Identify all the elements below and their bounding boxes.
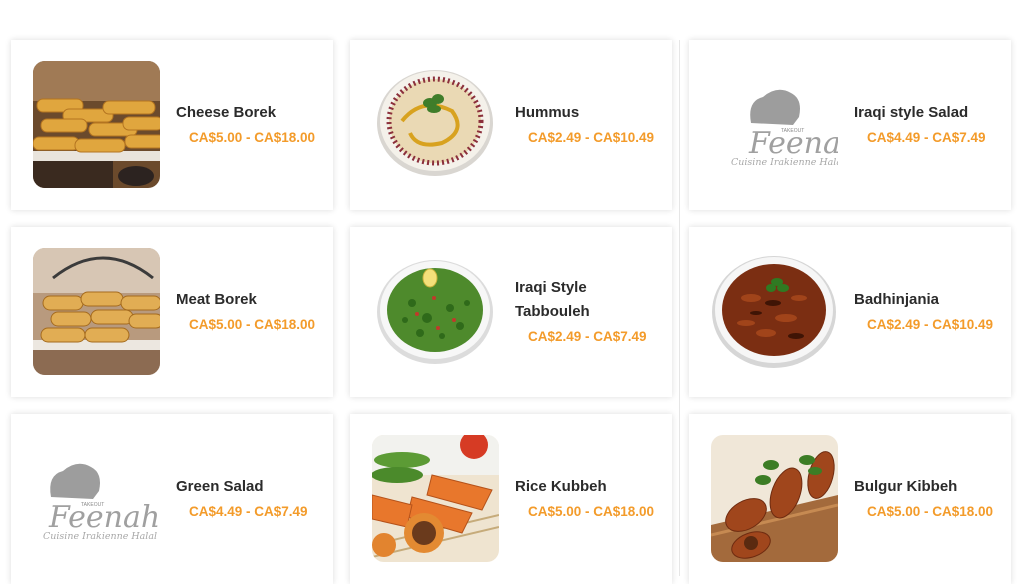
product-name[interactable]: Hummus	[515, 101, 665, 125]
product-info: Cheese Borek CA$5.00 - CA$18.00	[176, 40, 326, 210]
product-price: CA$5.00 - CA$18.00	[189, 317, 316, 332]
logo-tagline: Cuisine Irakienne Halal	[43, 531, 157, 542]
logo-sub: TAKEOUT	[781, 128, 804, 134]
product-info: Badhinjania CA$2.49 - CA$10.49	[854, 227, 1004, 397]
feenah-logo-placeholder: Feenah TAKEOUT Cuisine Irakienne Halal	[33, 435, 160, 562]
product-name[interactable]: Iraqi Style Tabbouleh	[515, 276, 665, 324]
product-info: Rice Kubbeh CA$5.00 - CA$18.00	[515, 414, 665, 584]
hummus-image	[372, 61, 499, 188]
product-info: Iraqi style Salad CA$4.49 - CA$7.49	[854, 40, 1004, 210]
tabbouleh-image	[372, 248, 499, 375]
meat-borek-image	[33, 248, 160, 375]
cheese-borek-image	[33, 61, 160, 188]
product-card[interactable]: Cheese Borek CA$5.00 - CA$18.00	[11, 40, 333, 210]
product-price: CA$4.49 - CA$7.49	[867, 130, 986, 145]
product-name[interactable]: Iraqi style Salad	[854, 101, 1004, 125]
product-name[interactable]: Badhinjania	[854, 288, 1004, 312]
product-image[interactable]	[372, 248, 499, 375]
product-price: CA$2.49 - CA$7.49	[528, 329, 647, 344]
product-price: CA$5.00 - CA$18.00	[189, 130, 316, 145]
product-card[interactable]: Bulgur Kibbeh CA$5.00 - CA$18.00	[689, 414, 1011, 584]
product-name[interactable]: Green Salad	[176, 475, 326, 499]
product-info: Iraqi Style Tabbouleh CA$2.49 - CA$7.49	[515, 227, 665, 397]
product-price: CA$2.49 - CA$10.49	[528, 130, 655, 145]
bulgur-kibbeh-image	[711, 435, 838, 562]
product-name[interactable]: Rice Kubbeh	[515, 475, 665, 499]
product-price: CA$2.49 - CA$10.49	[867, 317, 994, 332]
product-card[interactable]: Feenah TAKEOUT Cuisine Irakienne Halal G…	[11, 414, 333, 584]
badhinjania-image	[711, 248, 838, 375]
product-card[interactable]: Feenah TAKEOUT Cuisine Irakienne Halal I…	[689, 40, 1011, 210]
feenah-logo-placeholder: Feenah TAKEOUT Cuisine Irakienne Halal	[711, 61, 838, 188]
product-name[interactable]: Cheese Borek	[176, 101, 326, 125]
product-price: CA$4.49 - CA$7.49	[189, 504, 308, 519]
product-info: Hummus CA$2.49 - CA$10.49	[515, 40, 665, 210]
product-image[interactable]	[711, 248, 838, 375]
logo-sub: TAKEOUT	[81, 502, 104, 508]
product-image[interactable]	[372, 435, 499, 562]
product-card[interactable]: Badhinjania CA$2.49 - CA$10.49	[689, 227, 1011, 397]
product-info: Meat Borek CA$5.00 - CA$18.00	[176, 227, 326, 397]
product-card[interactable]: Rice Kubbeh CA$5.00 - CA$18.00	[350, 414, 672, 584]
product-name[interactable]: Bulgur Kibbeh	[854, 475, 1004, 499]
product-info: Green Salad CA$4.49 - CA$7.49	[176, 414, 326, 584]
logo-tagline: Cuisine Irakienne Halal	[731, 157, 838, 168]
product-card[interactable]: Iraqi Style Tabbouleh CA$2.49 - CA$7.49	[350, 227, 672, 397]
product-price: CA$5.00 - CA$18.00	[867, 504, 994, 519]
product-price: CA$5.00 - CA$18.00	[528, 504, 655, 519]
product-name[interactable]: Meat Borek	[176, 288, 326, 312]
product-card[interactable]: Meat Borek CA$5.00 - CA$18.00	[11, 227, 333, 397]
product-card[interactable]: Hummus CA$2.49 - CA$10.49	[350, 40, 672, 210]
product-image[interactable]	[33, 61, 160, 188]
product-grid: Cheese Borek CA$5.00 - CA$18.00 Hummus C…	[11, 40, 1011, 584]
product-info: Bulgur Kibbeh CA$5.00 - CA$18.00	[854, 414, 1004, 584]
product-image[interactable]: Feenah TAKEOUT Cuisine Irakienne Halal	[711, 61, 838, 188]
rice-kubbeh-image	[372, 435, 499, 562]
product-image[interactable]	[33, 248, 160, 375]
product-image[interactable]	[711, 435, 838, 562]
product-image[interactable]	[372, 61, 499, 188]
product-image[interactable]: Feenah TAKEOUT Cuisine Irakienne Halal	[33, 435, 160, 562]
